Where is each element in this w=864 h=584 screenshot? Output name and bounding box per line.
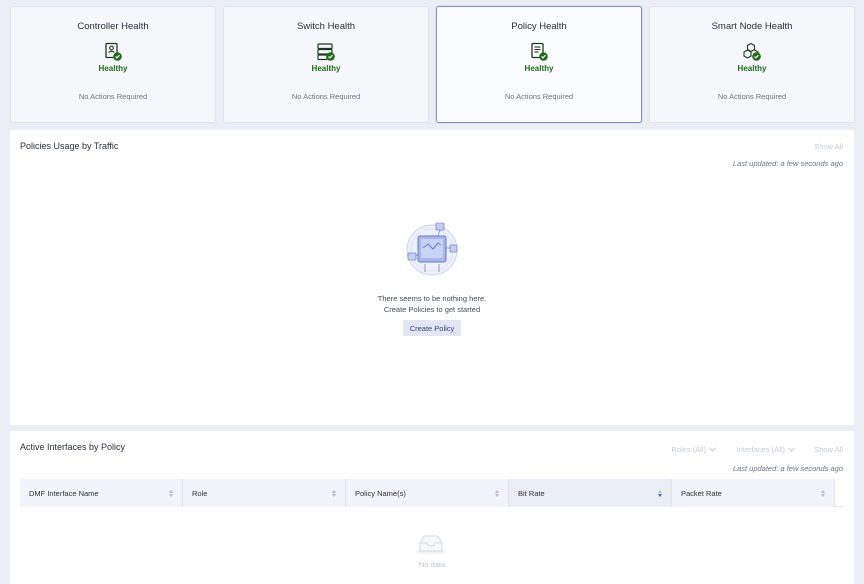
switch-server-icon xyxy=(317,43,335,61)
active-interfaces-panel: Active Interfaces by Policy Roles (All) … xyxy=(10,431,854,584)
chevron-down-icon xyxy=(709,447,716,452)
card-title: Switch Health xyxy=(296,21,356,32)
controller-doc-icon xyxy=(105,42,122,61)
health-status: Healthy xyxy=(311,64,341,73)
sort-icon xyxy=(169,489,173,497)
card-actions-text: No Actions Required xyxy=(717,92,787,101)
card-actions-text: No Actions Required xyxy=(78,92,148,101)
chevron-down-icon xyxy=(788,447,795,452)
show-all-link[interactable]: Show All xyxy=(814,142,843,151)
interfaces-filter-label: Interfaces (All) xyxy=(736,445,785,454)
panel-title: Policies Usage by Traffic xyxy=(20,141,119,151)
no-data-text: No data xyxy=(418,560,446,569)
column-label: Role xyxy=(192,488,208,498)
column-header-bit-rate[interactable]: Bit Rate xyxy=(509,479,672,507)
policy-doc-icon xyxy=(531,42,548,61)
health-status: Healthy xyxy=(737,64,767,73)
column-header-packet-rate[interactable]: Packet Rate xyxy=(672,479,835,507)
last-updated-text: Last updated: a few seconds ago xyxy=(732,159,843,168)
health-cards: Controller Health Healthy No Actions Req… xyxy=(10,6,855,123)
health-status: Healthy xyxy=(98,64,128,73)
smart-node-health-card[interactable]: Smart Node Health Healthy No Actions Req… xyxy=(649,6,855,123)
inbox-empty-icon xyxy=(416,535,446,555)
card-actions-text: No Actions Required xyxy=(504,92,574,101)
create-policy-button[interactable]: Create Policy xyxy=(403,320,461,336)
panel-title: Active Interfaces by Policy xyxy=(20,442,126,452)
card-title: Policy Health xyxy=(511,21,567,32)
sort-icon xyxy=(821,489,825,497)
sort-icon xyxy=(495,489,499,497)
column-label: Packet Rate xyxy=(681,488,722,498)
column-label: Policy Name(s) xyxy=(355,488,406,498)
empty-state-subtext: Create Policies to get started xyxy=(383,305,481,314)
empty-state-text: There seems to be nothing here. xyxy=(377,294,487,303)
empty-state-illustration xyxy=(406,222,458,276)
show-all-link[interactable]: Show All xyxy=(814,445,843,454)
column-label: Bit Rate xyxy=(518,488,545,498)
card-actions-text: No Actions Required xyxy=(291,92,361,101)
table-header: DMF Interface Name Role Policy Name(s) B… xyxy=(20,479,843,507)
column-header-role[interactable]: Role xyxy=(183,479,346,507)
last-updated-text: Last updated: a few seconds ago xyxy=(732,464,843,473)
switch-health-card[interactable]: Switch Health Healthy No Actions Require… xyxy=(223,6,429,123)
card-title: Controller Health xyxy=(77,21,149,32)
policy-health-card[interactable]: Policy Health Healthy No Actions Require… xyxy=(436,6,642,123)
policies-usage-panel: Policies Usage by Traffic Show All Last … xyxy=(10,130,854,425)
smart-node-cubes-icon xyxy=(743,42,761,61)
health-status: Healthy xyxy=(524,64,554,73)
column-label: DMF Interface Name xyxy=(29,488,99,498)
interfaces-filter-dropdown[interactable]: Interfaces (All) xyxy=(737,445,795,454)
column-header-policy-names[interactable]: Policy Name(s) xyxy=(346,479,509,507)
roles-filter-label: Roles (All) xyxy=(671,445,706,454)
roles-filter-dropdown[interactable]: Roles (All) xyxy=(671,445,716,454)
sort-icon xyxy=(658,489,662,497)
controller-health-card[interactable]: Controller Health Healthy No Actions Req… xyxy=(10,6,216,123)
sort-icon xyxy=(332,489,336,497)
column-header-dmf-interface-name[interactable]: DMF Interface Name xyxy=(20,479,183,507)
card-title: Smart Node Health xyxy=(711,21,793,32)
